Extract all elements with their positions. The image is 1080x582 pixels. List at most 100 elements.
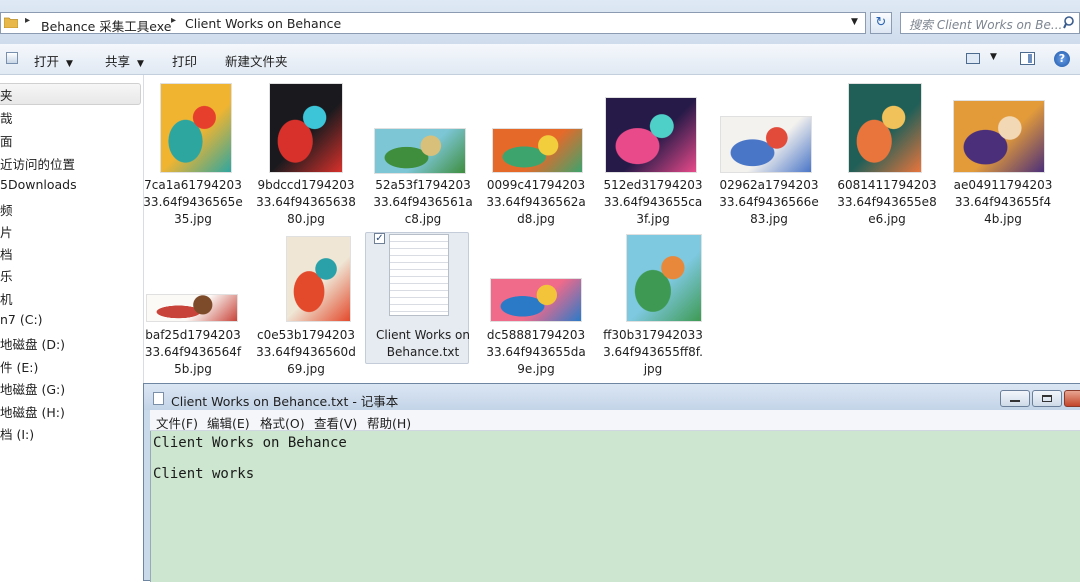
open-label: 打开 (34, 54, 60, 69)
search-icon[interactable] (1063, 14, 1077, 32)
nav-item[interactable]: 档 (0, 244, 13, 263)
search-placeholder: 搜索 Client Works on Be... (909, 18, 1063, 32)
file-item-image[interactable]: 02962a1794203 33.64f9436566e 83.jpg (714, 75, 824, 375)
file-name: dc58881794203 33.64f943655da 9e.jpg (481, 327, 591, 378)
file-item-txt[interactable]: ✓ Client Works on Behance.txt (365, 75, 478, 375)
text-document-icon (389, 234, 449, 316)
nav-item[interactable]: 近访问的位置 (0, 154, 75, 173)
file-name: ff30b317942033 3.64f943655ff8f. jpg (598, 327, 708, 378)
view-options-icon[interactable] (966, 53, 980, 64)
file-item-image[interactable]: c0e53b1794203 33.64f9436560d 69.jpg (251, 75, 361, 378)
chevron-down-icon: ▼ (66, 59, 73, 69)
file-name-line: 6081411794203 (837, 178, 937, 192)
image-thumbnail (627, 235, 701, 321)
nav-item[interactable]: 乐 (0, 266, 13, 285)
file-name: ae04911794203 33.64f943655f4 4b.jpg (948, 177, 1058, 228)
file-name-line: 4b.jpg (984, 212, 1022, 226)
file-name-line: 33.64f943655da (486, 345, 586, 359)
file-item-image[interactable]: 6081411794203 33.64f943655e8 e6.jpg (832, 75, 942, 375)
file-name-line: baf25d1794203 (145, 328, 241, 342)
address-bar[interactable]: ▸ Behance 采集工具exe ▸ Client Works on Beha… (0, 12, 866, 34)
minimize-button[interactable] (1000, 390, 1030, 407)
file-name-line: 33.64f9436566e (719, 195, 819, 209)
file-name-line: 33.64f9436560d (256, 345, 356, 359)
file-item-image[interactable]: baf25d1794203 33.64f9436564f 5b.jpg (138, 75, 248, 378)
open-icon (6, 52, 18, 64)
file-name-line: ff30b317942033 (603, 328, 703, 342)
menu-file[interactable]: 文件(F) (156, 413, 198, 432)
file-name-line: 69.jpg (287, 362, 325, 376)
maximize-button[interactable] (1032, 390, 1062, 407)
nav-item[interactable]: n7 (C:) (0, 312, 43, 327)
menu-help[interactable]: 帮助(H) (367, 413, 411, 432)
file-name-line: jpg (643, 362, 663, 376)
file-name: baf25d1794203 33.64f9436564f 5b.jpg (138, 327, 248, 378)
nav-item[interactable]: 档 (I:) (0, 424, 34, 443)
text-line: Client Works on Behance (153, 435, 347, 451)
image-thumbnail (954, 101, 1044, 172)
file-name: c0e53b1794203 33.64f9436560d 69.jpg (251, 327, 361, 378)
file-name-line: Behance.txt (386, 345, 460, 359)
notepad-menu-bar: 文件(F) 编辑(E) 格式(O) 查看(V) 帮助(H) (150, 410, 1080, 431)
open-button[interactable]: 打开 ▼ (34, 51, 73, 70)
selection-checkbox[interactable]: ✓ (374, 233, 385, 244)
image-thumbnail (287, 237, 350, 321)
share-label: 共享 (105, 54, 131, 69)
nav-selection-highlight (0, 83, 141, 105)
file-item-image[interactable]: ae04911794203 33.64f943655f4 4b.jpg (948, 75, 1058, 375)
nav-item[interactable]: 地磁盘 (D:) (0, 334, 65, 353)
preview-pane-icon[interactable] (1020, 52, 1035, 65)
command-toolbar: 打开 ▼ 共享 ▼ 打印 新建文件夹 ▼ ? (0, 44, 1080, 75)
address-dropdown-icon[interactable]: ▼ (851, 17, 858, 27)
breadcrumb-separator-icon[interactable]: ▸ (171, 15, 176, 26)
nav-item[interactable]: 地磁盘 (G:) (0, 379, 65, 398)
nav-item[interactable]: 频 (0, 200, 13, 219)
file-name: Client Works on Behance.txt (368, 327, 478, 361)
share-button[interactable]: 共享 ▼ (105, 51, 144, 70)
file-name-line: Client Works on (376, 328, 470, 342)
menu-format[interactable]: 格式(O) (260, 413, 305, 432)
refresh-button[interactable]: ↻ (870, 12, 892, 34)
nav-item[interactable]: 面 (0, 131, 13, 150)
nav-item[interactable]: 机 (0, 289, 13, 308)
file-name-line: ae04911794203 (953, 178, 1053, 192)
file-name: 02962a1794203 33.64f9436566e 83.jpg (714, 177, 824, 228)
notepad-title-bar[interactable]: Client Works on Behance.txt - 记事本 (144, 384, 1080, 410)
nav-item[interactable]: 5Downloads (0, 177, 77, 192)
menu-edit[interactable]: 编辑(E) (207, 413, 250, 432)
file-name-line: 83.jpg (750, 212, 788, 226)
breadcrumb-item[interactable]: Behance 采集工具exe (41, 16, 171, 35)
file-name: 6081411794203 33.64f943655e8 e6.jpg (832, 177, 942, 228)
file-name-line: e6.jpg (868, 212, 906, 226)
nav-item[interactable]: 夹 (0, 85, 13, 104)
file-item-image[interactable]: ff30b317942033 3.64f943655ff8f. jpg (598, 75, 708, 378)
notepad-icon (153, 392, 164, 405)
new-folder-button[interactable]: 新建文件夹 (225, 51, 288, 70)
file-name-line: dc58881794203 (486, 328, 586, 342)
nav-item[interactable]: 片 (0, 222, 13, 241)
file-name-line: 33.64f943655f4 (954, 195, 1052, 209)
nav-item[interactable]: 哉 (0, 108, 13, 127)
chevron-down-icon: ▼ (137, 59, 144, 69)
menu-view[interactable]: 查看(V) (314, 413, 357, 432)
nav-item[interactable]: 件 (E:) (0, 357, 38, 376)
image-thumbnail (147, 295, 237, 321)
file-name-line: 9e.jpg (517, 362, 555, 376)
breadcrumb-separator-icon[interactable]: ▸ (25, 15, 30, 26)
chevron-down-icon[interactable]: ▼ (990, 52, 997, 62)
notepad-window: Client Works on Behance.txt - 记事本 文件(F) … (143, 383, 1080, 582)
file-name-line: 02962a1794203 (719, 178, 819, 192)
breadcrumb-item[interactable]: Client Works on Behance (185, 16, 341, 31)
file-item-image[interactable]: dc58881794203 33.64f943655da 9e.jpg (481, 75, 591, 378)
notepad-text-area[interactable]: Client Works on Behance Client works (150, 431, 1080, 582)
address-bar-strip: ▸ Behance 采集工具exe ▸ Client Works on Beha… (0, 0, 1080, 45)
close-button[interactable] (1064, 390, 1080, 407)
help-icon[interactable]: ? (1054, 51, 1070, 67)
search-input[interactable]: 搜索 Client Works on Be... (900, 12, 1080, 34)
file-name-line: c0e53b1794203 (257, 328, 355, 342)
image-thumbnail (491, 279, 581, 321)
nav-item[interactable]: 地磁盘 (H:) (0, 402, 65, 421)
print-button[interactable]: 打印 (172, 51, 197, 70)
file-name-line: 3.64f943655ff8f. (603, 345, 703, 359)
text-line: Client works (153, 466, 255, 482)
